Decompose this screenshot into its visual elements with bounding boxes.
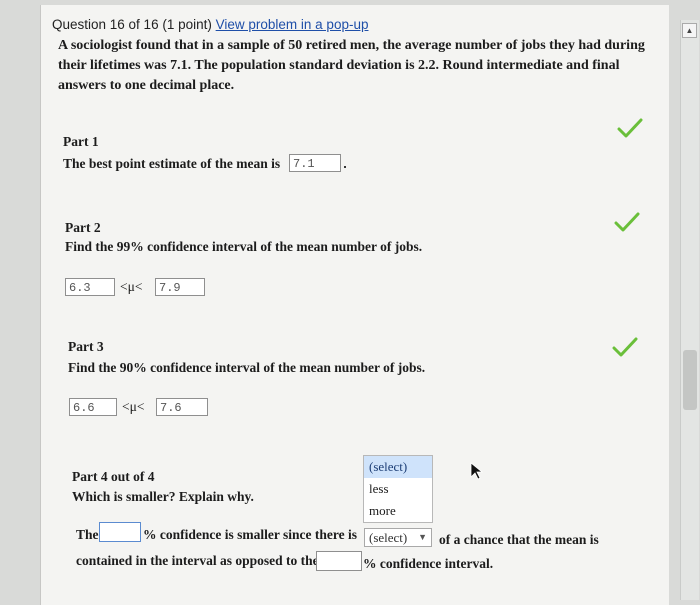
part4-prompt: Which is smaller? Explain why. (72, 489, 254, 504)
part3-title: Part 3 (68, 339, 104, 354)
question-header: Question 16 of 16 (1 point) View problem… (52, 17, 368, 32)
part4-dropdown-list: (select) less more (363, 455, 433, 523)
problem-statement: A sociologist found that in a sample of … (58, 38, 645, 93)
dropdown-option-less[interactable]: less (364, 478, 432, 500)
part4-first-percent-field[interactable] (99, 522, 141, 542)
question-label: Question 16 of 16 (1 point) (52, 17, 212, 32)
part4-second-percent-field[interactable] (316, 551, 362, 571)
part3-relation: <μ< (122, 399, 145, 414)
period (344, 166, 346, 168)
view-popup-link[interactable]: View problem in a pop-up (216, 17, 369, 32)
part4-title: Part 4 out of 4 (72, 469, 155, 484)
dropdown-option-more[interactable]: more (364, 500, 432, 522)
part4-sentence-mid: % confidence is smaller since there is (143, 527, 357, 542)
part1-answer-field[interactable]: 7.1 (289, 154, 341, 172)
chevron-down-icon: ▼ (418, 532, 427, 542)
dropdown-option-select[interactable]: (select) (364, 456, 432, 478)
part4-sentence-end: % confidence interval. (363, 556, 494, 571)
scrollbar-thumb[interactable] (683, 350, 697, 410)
part4-select[interactable]: (select) ▼ (364, 528, 432, 547)
part3-upper-field[interactable]: 7.6 (156, 398, 208, 416)
scrollbar[interactable]: ▲ (680, 20, 699, 600)
part2-lower-field[interactable]: 6.3 (65, 278, 115, 296)
part2-prompt: Find the 99% confidence interval of the … (65, 239, 423, 254)
part3-prompt: Find the 90% confidence interval of the … (68, 360, 426, 375)
part3-lower-field[interactable]: 6.6 (69, 398, 117, 416)
part1-title: Part 1 (63, 134, 99, 149)
scroll-up-arrow-icon[interactable]: ▲ (682, 23, 697, 38)
part2-upper-field[interactable]: 7.9 (155, 278, 205, 296)
part1-correct-check-icon (617, 118, 643, 138)
part2-title: Part 2 (65, 220, 101, 235)
part4-select-value: (select) (369, 530, 408, 545)
part2-relation: <μ< (120, 279, 143, 294)
mouse-cursor-icon (470, 462, 484, 480)
part1-prompt: The best point estimate of the mean is (63, 156, 281, 171)
part3-correct-check-icon (612, 337, 638, 357)
part4-sentence-start: The (76, 527, 99, 542)
part2-correct-check-icon (614, 212, 640, 232)
part4-sentence-line2: contained in the interval as opposed to … (76, 553, 319, 568)
part4-sentence-after-select: of a chance that the mean is (439, 532, 599, 547)
